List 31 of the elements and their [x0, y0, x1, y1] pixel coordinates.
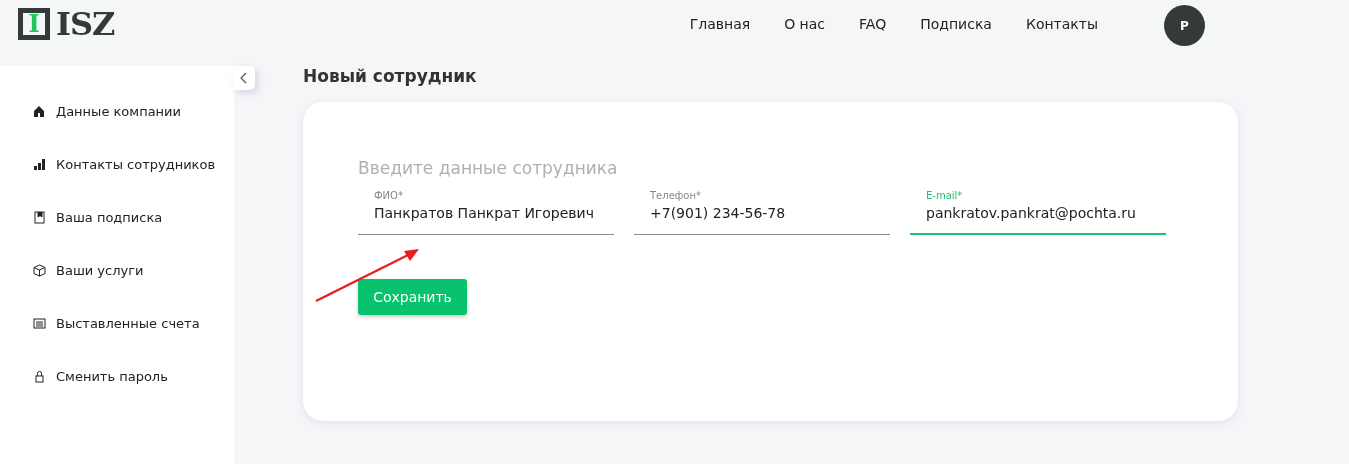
sidebar-item[interactable]: Ваша подписка — [0, 206, 234, 229]
input-field[interactable]: Панкратов Панкрат Игоревич — [358, 201, 614, 235]
input-field[interactable]: pankratov.pankrat@pochta.ru — [910, 201, 1166, 235]
sidebar-item[interactable]: Ваши услуги — [0, 259, 234, 282]
nav-link[interactable]: Контакты — [1025, 16, 1098, 32]
nav-link[interactable]: О нас — [784, 16, 826, 32]
sidebar-item[interactable]: Контакты сотрудников — [0, 153, 234, 176]
chevron-left-icon — [240, 72, 248, 84]
field-label: Телефон* — [650, 190, 701, 201]
avatar[interactable]: P — [1164, 5, 1205, 46]
sidebar-item[interactable]: Данные компании — [0, 100, 234, 123]
field-label: ФИО* — [374, 190, 403, 201]
sidebar-item[interactable]: Выставленные счета — [0, 312, 234, 335]
input-field[interactable]: +7(901) 234-56-78 — [634, 201, 890, 235]
form-heading: Введите данные сотрудника — [358, 158, 619, 178]
nav-link[interactable]: FAQ — [859, 16, 887, 32]
lock-icon — [33, 370, 46, 383]
notebook-icon — [33, 211, 46, 224]
home-icon — [33, 105, 46, 118]
cube-icon — [33, 264, 46, 277]
nav-link[interactable]: Главная — [689, 16, 751, 32]
page-title: Новый сотрудник — [303, 66, 478, 86]
logo-text: ISZ — [56, 8, 115, 40]
logo[interactable]: I ISZ — [18, 8, 115, 40]
logo-mark: I — [18, 8, 50, 40]
nav-link[interactable]: Подписка — [920, 16, 992, 32]
list-icon — [33, 317, 46, 330]
bars-icon — [33, 158, 46, 171]
collapse-button[interactable] — [233, 66, 255, 90]
sidebar-item[interactable]: Сменить пароль — [0, 365, 234, 388]
field-label: E-mail* — [926, 190, 963, 201]
